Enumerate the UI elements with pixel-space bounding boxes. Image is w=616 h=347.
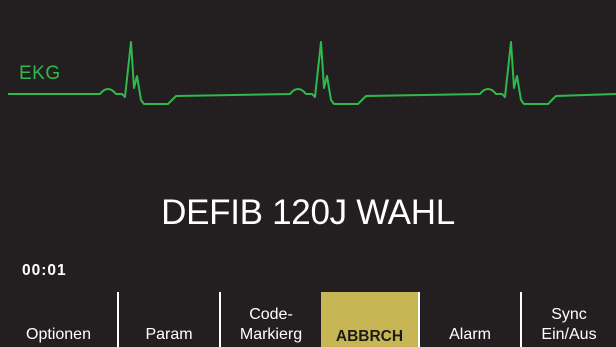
softkey-label-line2: Markierg	[239, 326, 303, 343]
ekg-trace	[8, 41, 616, 105]
softkey-sync-ein-aus[interactable]: Sync Ein/Aus	[522, 292, 616, 347]
softkey-label-line1: Sync	[551, 306, 587, 323]
ekg-lead-label: EKG	[19, 63, 61, 84]
softkey-label-line1: Code-	[249, 306, 293, 323]
softkey-label-line2: Alarm	[449, 326, 491, 343]
ekg-waveform	[8, 41, 616, 105]
softkey-label-line2: Ein/Aus	[541, 326, 597, 343]
softkey-alarm[interactable]: Alarm	[420, 292, 520, 347]
softkey-label-line2: Optionen	[26, 326, 91, 343]
defibrillator-monitor-screen: EKG DEFIB 120J WAHL 00:01 Optionen Param…	[0, 0, 616, 347]
status-message: DEFIB 120J WAHL	[161, 193, 455, 232]
softkey-label-line2: ABBRCH	[335, 328, 404, 345]
softkey-abbrechen[interactable]: ABBRCH	[321, 292, 418, 347]
softkey-code-markierung[interactable]: Code- Markierg	[221, 292, 321, 347]
elapsed-timer: 00:01	[22, 262, 67, 279]
softkey-label-line2: Param	[145, 326, 193, 343]
softkey-optionen[interactable]: Optionen	[0, 292, 117, 347]
softkey-param[interactable]: Param	[119, 292, 219, 347]
